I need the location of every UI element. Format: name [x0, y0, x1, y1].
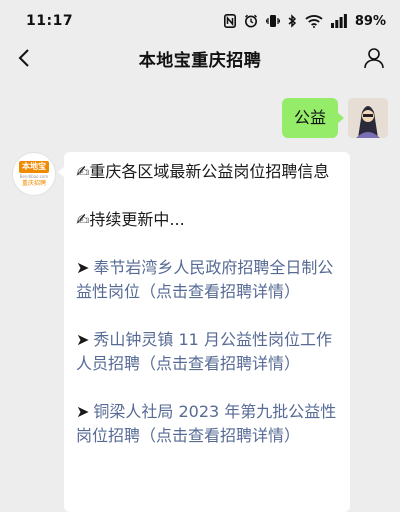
battery-level: 89%: [354, 13, 386, 29]
nfc-icon: [223, 14, 236, 28]
back-button[interactable]: [10, 44, 38, 72]
status-time: 11:17: [26, 13, 74, 29]
list-item[interactable]: ➤ 秀山钟灵镇 11 月公益性岗位工作人员招聘（点击查看招聘详情）: [76, 328, 338, 376]
vibrate-icon: [265, 14, 280, 28]
bot-avatar[interactable]: 本地宝 Bendibao.com 重庆招聘: [12, 152, 56, 196]
arrow-icon: ➤: [76, 330, 90, 349]
status-icons: 89%: [223, 13, 386, 29]
page-title: 本地宝重庆招聘: [138, 50, 262, 71]
logo-domain: Bendibao.com: [19, 173, 49, 179]
wifi-icon: [305, 14, 323, 28]
arrow-icon: ➤: [76, 258, 90, 277]
outgoing-bubble[interactable]: 公益: [281, 98, 345, 138]
arrow-icon: ➤: [76, 402, 90, 421]
job-link[interactable]: 秀山钟灵镇 11 月公益性岗位工作人员招聘（点击查看招聘详情）: [76, 330, 332, 373]
list-item[interactable]: ➤ 铜梁人社局 2023 年第九批公益性岗位招聘（点击查看招聘详情）: [76, 400, 338, 448]
alarm-icon: [244, 14, 258, 28]
list-item[interactable]: ➤ 奉节岩湾乡人民政府招聘全日制公益性岗位（点击查看招聘详情）: [76, 256, 338, 304]
update-note: ✍持续更新中...: [76, 210, 185, 229]
status-bar: 11:17 89%: [0, 0, 400, 42]
logo-brand: 本地宝: [19, 160, 49, 173]
outgoing-message: 公益: [281, 98, 388, 138]
chevron-left-icon: [18, 49, 29, 67]
logo-subtitle: 重庆招聘: [21, 179, 46, 187]
bluetooth-icon: [288, 14, 297, 28]
avatar-image: [348, 98, 388, 138]
job-link[interactable]: 奉节岩湾乡人民政府招聘全日制公益性岗位（点击查看招聘详情）: [76, 258, 333, 301]
user-avatar[interactable]: [348, 98, 388, 138]
incoming-bubble: ✍重庆各区域最新公益岗位招聘信息 ✍持续更新中... ➤ 奉节岩湾乡人民政府招聘全…: [58, 152, 350, 512]
nav-bar: 本地宝重庆招聘: [0, 42, 400, 74]
job-link[interactable]: 铜梁人社局 2023 年第九批公益性岗位招聘（点击查看招聘详情）: [76, 402, 336, 445]
profile-button[interactable]: [360, 44, 388, 72]
signal-icon: [330, 14, 347, 28]
user-icon: [364, 48, 384, 69]
intro-text: ✍重庆各区域最新公益岗位招聘信息: [76, 162, 330, 181]
